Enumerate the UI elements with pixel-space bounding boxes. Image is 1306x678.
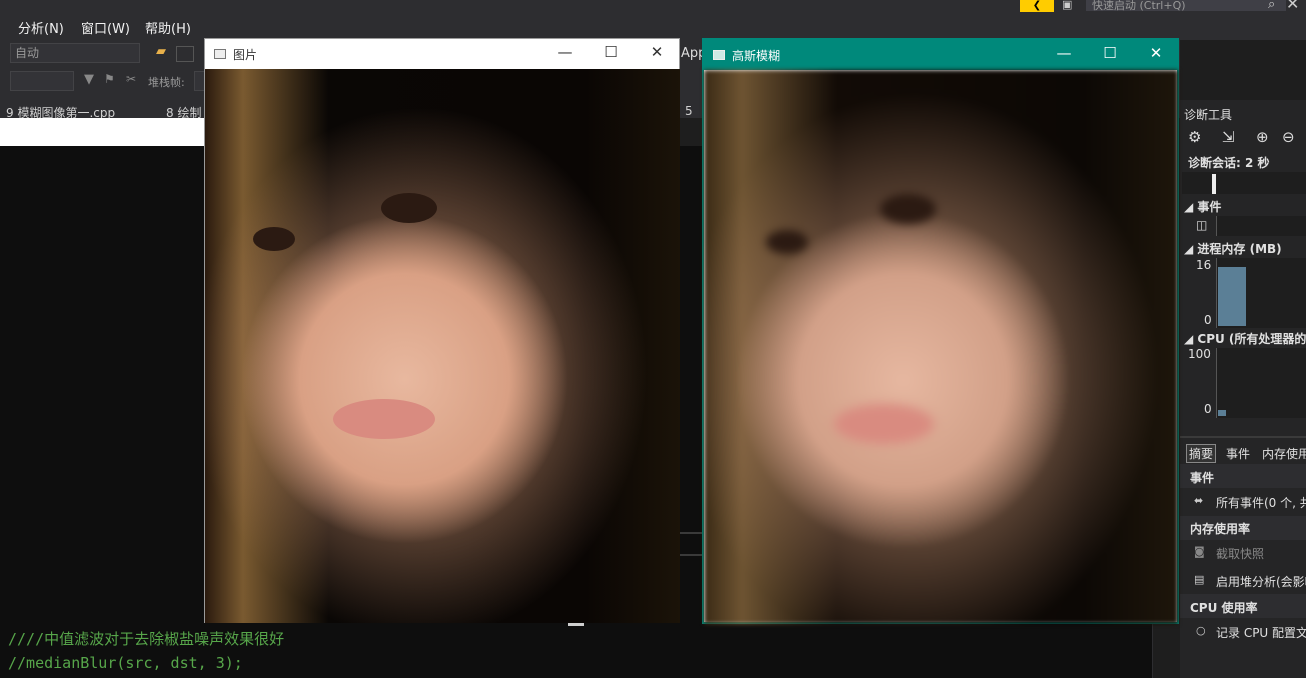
menu-window[interactable]: 窗口(W) [81,18,130,37]
minimize-icon[interactable]: — [555,43,575,61]
dropdown-icon[interactable] [176,46,194,62]
summary-events-header: 事件 [1190,471,1215,485]
filter-icon[interactable]: ▼ [84,72,94,87]
heap-icon: ▤ [1194,573,1205,586]
feedback-button[interactable]: ❮ [1020,0,1054,12]
cpu-max: 100 [1188,347,1211,361]
window-titlebar[interactable]: 高斯模糊 — ☐ ✕ [704,40,1177,70]
tab-memory-usage[interactable]: 内存使用 [1262,445,1306,462]
thread-combo[interactable] [10,71,74,91]
flag-icon[interactable]: ⚑ [104,72,115,86]
events-track [1216,216,1306,236]
face-feature-eye-right [381,193,437,223]
cpu-spike [1218,410,1226,416]
face-feature-eye-right [880,194,936,224]
camera-icon: ◙ [1194,545,1205,558]
user-icon[interactable]: ▣ [1062,0,1072,11]
stack-frame-label: 堆栈帧: [148,76,185,89]
window-title: 高斯模糊 [732,49,781,63]
tools-icon[interactable]: ✂ [126,72,136,86]
timeline[interactable] [1182,172,1306,194]
memory-max: 16 [1196,258,1212,272]
heap-analysis-button[interactable]: 启用堆分析(会影响 [1216,573,1306,590]
session-label: 诊断会话: 2 秒 [1188,156,1270,170]
diag-separator [1180,436,1306,438]
code-line-medianblur: //medianBlur(src, dst, 3); [8,654,243,672]
maximize-icon[interactable]: ☐ [1100,44,1120,62]
face-feature-eye-left [766,230,808,254]
settings-icon[interactable]: ⚙ [1188,128,1201,146]
image-window-blur[interactable]: 高斯模糊 — ☐ ✕ [702,38,1179,624]
blurred-image-canvas [704,70,1178,624]
record-cpu-button[interactable]: 记录 CPU 配置文 [1216,624,1306,641]
auto-combo[interactable]: 自动 [10,43,140,63]
face-feature-eye-left [253,227,295,251]
memory-min: 0 [1204,313,1212,327]
diagnostics-title: 诊断工具 [1184,108,1233,122]
face-feature-lips [834,404,934,444]
cpu-graph [1216,348,1306,418]
zoom-in-icon[interactable]: ⊕ [1256,128,1269,146]
close-icon[interactable]: ✕ [647,43,667,61]
search-icon[interactable]: ⌕ [1268,0,1275,12]
memory-header-label: 进程内存 (MB) [1197,242,1282,256]
events-icon: ⬌ [1194,494,1204,507]
events-header: ◢ 事件 [1184,200,1222,214]
memory-bar [1218,266,1246,326]
memory-usage-header: 内存使用率 [1190,522,1251,536]
output-pane-header [0,118,204,146]
cpu-min: 0 [1204,402,1212,416]
record-icon: ○ [1196,624,1206,637]
window-titlebar[interactable]: 图片 — ☐ ✕ [205,39,679,69]
tab-summary[interactable]: 摘要 [1186,444,1217,463]
events-header-label: 事件 [1197,200,1222,214]
divider [680,532,704,556]
cpu-header: ◢ CPU (所有处理器的百 [1184,330,1306,347]
zoom-out-icon[interactable]: ⊖ [1282,128,1295,146]
tab-five[interactable]: 5 [685,104,693,118]
quick-launch-input[interactable]: 快速启动 (Ctrl+Q) [1086,0,1286,11]
window-icon [713,50,725,60]
image-window-original[interactable]: 图片 — ☐ ✕ [204,38,680,623]
close-icon[interactable]: ✕ [1286,0,1299,13]
window-title: 图片 [233,48,258,62]
snapshot-button[interactable]: 截取快照 [1216,545,1264,562]
export-icon[interactable]: ⇲ [1222,128,1235,146]
minimize-icon[interactable]: — [1054,44,1074,62]
window-icon [214,49,226,59]
timeline-marker [1212,174,1216,194]
face-feature-lips [333,399,435,439]
all-events-link[interactable]: 所有事件(0 个, 共 [1216,494,1306,511]
tab-events[interactable]: 事件 [1226,445,1250,462]
code-line-comment: ////中值滤波对于去除椒盐噪声效果很好 [8,630,285,648]
menu-help[interactable]: 帮助(H) [145,18,191,37]
pause-icon[interactable]: ◫ [1196,218,1207,232]
maximize-icon[interactable]: ☐ [601,43,621,61]
memory-header: ◢ 进程内存 (MB) [1184,242,1282,256]
cpu-usage-header: CPU 使用率 [1190,601,1258,615]
menu-analyze[interactable]: 分析(N) [18,18,64,37]
cpu-header-label: CPU (所有处理器的百 [1197,332,1306,346]
folder-icon[interactable]: ▰ [156,44,166,59]
close-icon[interactable]: ✕ [1146,44,1166,62]
image-canvas [205,69,680,623]
